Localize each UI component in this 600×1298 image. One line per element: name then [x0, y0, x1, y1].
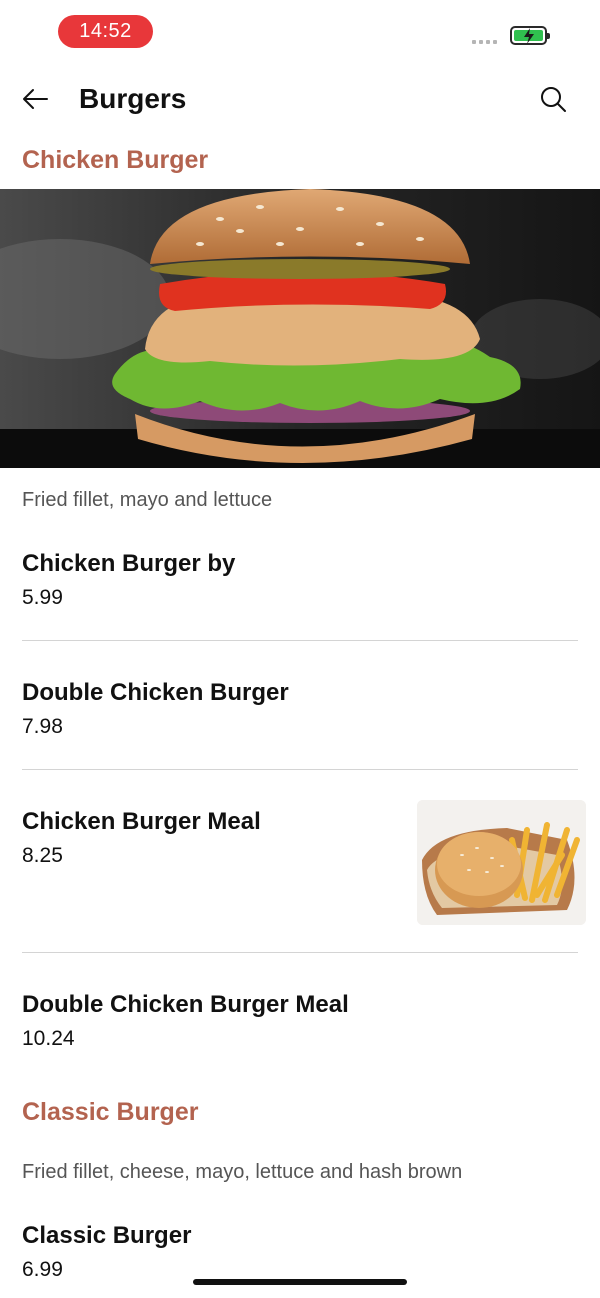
section-title-chicken-burger: Chicken Burger: [22, 146, 209, 174]
section-title-classic-burger: Classic Burger: [22, 1098, 199, 1126]
section-description-classic-burger: Fried fillet, cheese, mayo, lettuce and …: [22, 1161, 463, 1183]
chicken-burger-image: [0, 189, 600, 468]
item-name: Classic Burger: [22, 1222, 192, 1249]
menu-item[interactable]: Classic Burger 6.99: [22, 1221, 578, 1283]
item-price: 10.24: [22, 1027, 75, 1050]
item-price: 7.98: [22, 715, 63, 738]
app-header: Burgers: [0, 64, 600, 134]
search-icon[interactable]: [538, 84, 568, 114]
status-time: 14:52: [58, 15, 153, 48]
back-arrow-icon[interactable]: [20, 84, 50, 114]
menu-item[interactable]: Double Chicken Burger 7.98: [22, 678, 578, 740]
page-title: Burgers: [79, 83, 187, 114]
item-price: 5.99: [22, 586, 63, 609]
item-name: Chicken Burger by: [22, 550, 236, 577]
battery-icon: [510, 26, 550, 45]
menu-item[interactable]: Chicken Burger by 5.99: [22, 549, 578, 611]
signal-icon: [472, 40, 497, 44]
chicken-burger-meal-image: [417, 800, 586, 925]
divider: [22, 769, 578, 770]
status-bar: 14:52: [0, 0, 600, 64]
divider: [22, 640, 578, 641]
section-description-chicken-burger: Fried fillet, mayo and lettuce: [22, 489, 273, 511]
item-name: Double Chicken Burger Meal: [22, 991, 349, 1018]
divider: [22, 952, 578, 953]
menu-item[interactable]: Double Chicken Burger Meal 10.24: [22, 990, 578, 1052]
home-indicator[interactable]: [193, 1279, 407, 1285]
item-name: Double Chicken Burger: [22, 679, 289, 706]
